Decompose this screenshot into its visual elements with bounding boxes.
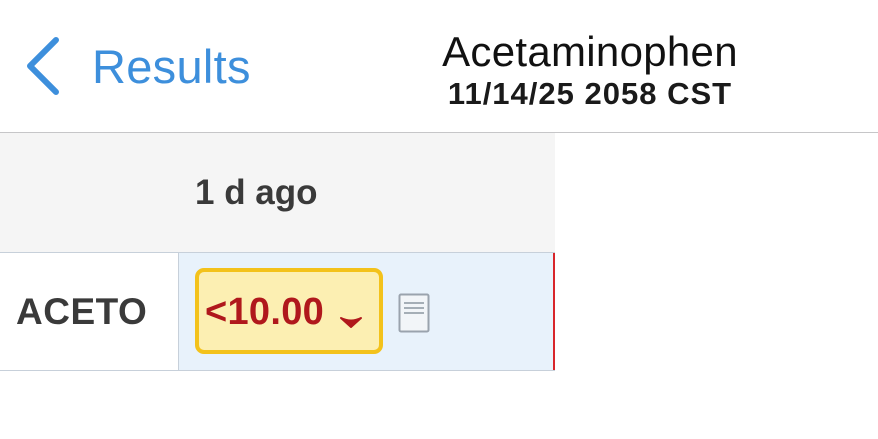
- results-screen: Results Acetaminophen 11/14/25 2058 CST …: [0, 0, 878, 439]
- results-grid: 1 d ago ACETO <10.00: [0, 133, 555, 372]
- result-value-cell: <10.00: [179, 253, 555, 370]
- page-title: Acetaminophen: [442, 28, 738, 75]
- back-button[interactable]: Results: [22, 34, 251, 98]
- chevron-left-icon: [22, 36, 62, 96]
- document-icon[interactable]: [398, 293, 430, 333]
- navigation-bar: Results Acetaminophen 11/14/25 2058 CST: [0, 0, 878, 133]
- back-button-label: Results: [92, 39, 251, 93]
- column-header-row: 1 d ago: [0, 133, 555, 252]
- column-header-time: 1 d ago: [195, 173, 318, 212]
- nav-title-block: Acetaminophen 11/14/25 2058 CST: [390, 28, 790, 112]
- down-arrow-icon: [340, 317, 362, 328]
- result-value-button[interactable]: <10.00: [195, 268, 383, 354]
- result-timestamp: 11/14/25 2058 CST: [447, 76, 733, 111]
- row-label: ACETO: [16, 291, 148, 332]
- table-row: ACETO <10.00: [0, 252, 555, 371]
- row-label-cell: ACETO: [0, 253, 179, 370]
- result-value: <10.00: [205, 291, 325, 333]
